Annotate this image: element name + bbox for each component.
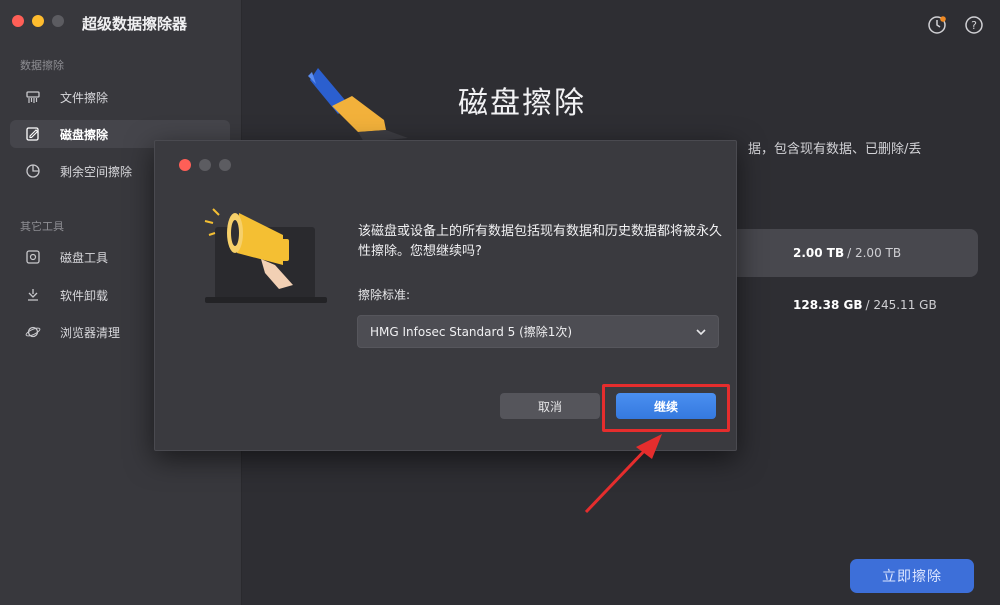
app-window: 超级数据擦除器 数据擦除 文件擦除 磁盘擦除 剩余空间擦除 其它工具 磁盘工具 …	[0, 0, 1000, 605]
annotation-arrow	[584, 434, 662, 514]
